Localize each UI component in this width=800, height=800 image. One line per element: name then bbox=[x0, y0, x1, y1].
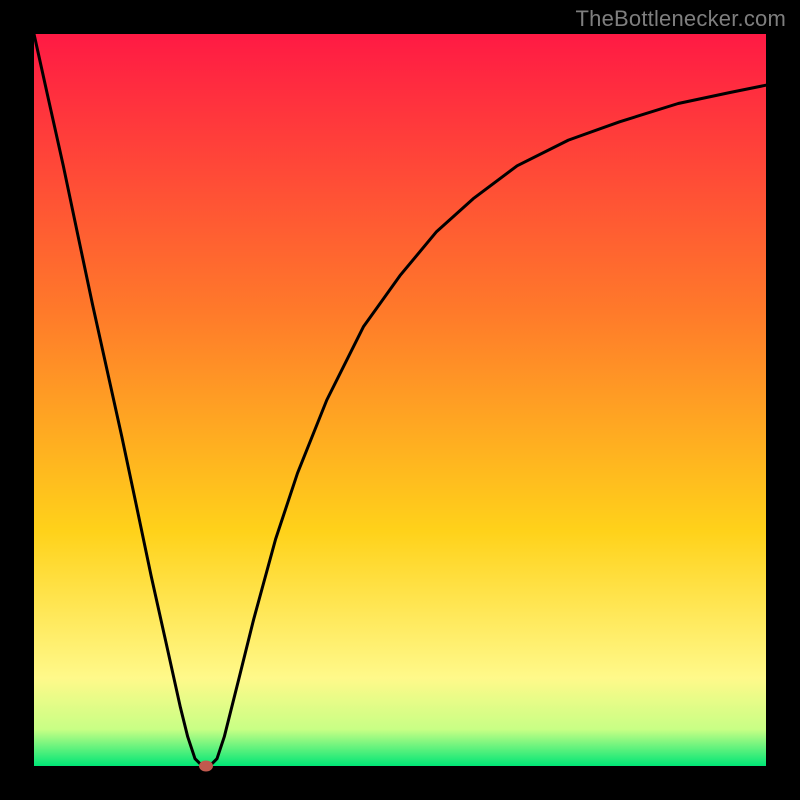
chart-frame: TheBottlenecker.com bbox=[0, 0, 800, 800]
bottleneck-curve bbox=[34, 34, 766, 766]
optimal-point-marker bbox=[199, 761, 213, 772]
attribution-text: TheBottlenecker.com bbox=[576, 6, 786, 32]
plot-area bbox=[34, 34, 766, 766]
